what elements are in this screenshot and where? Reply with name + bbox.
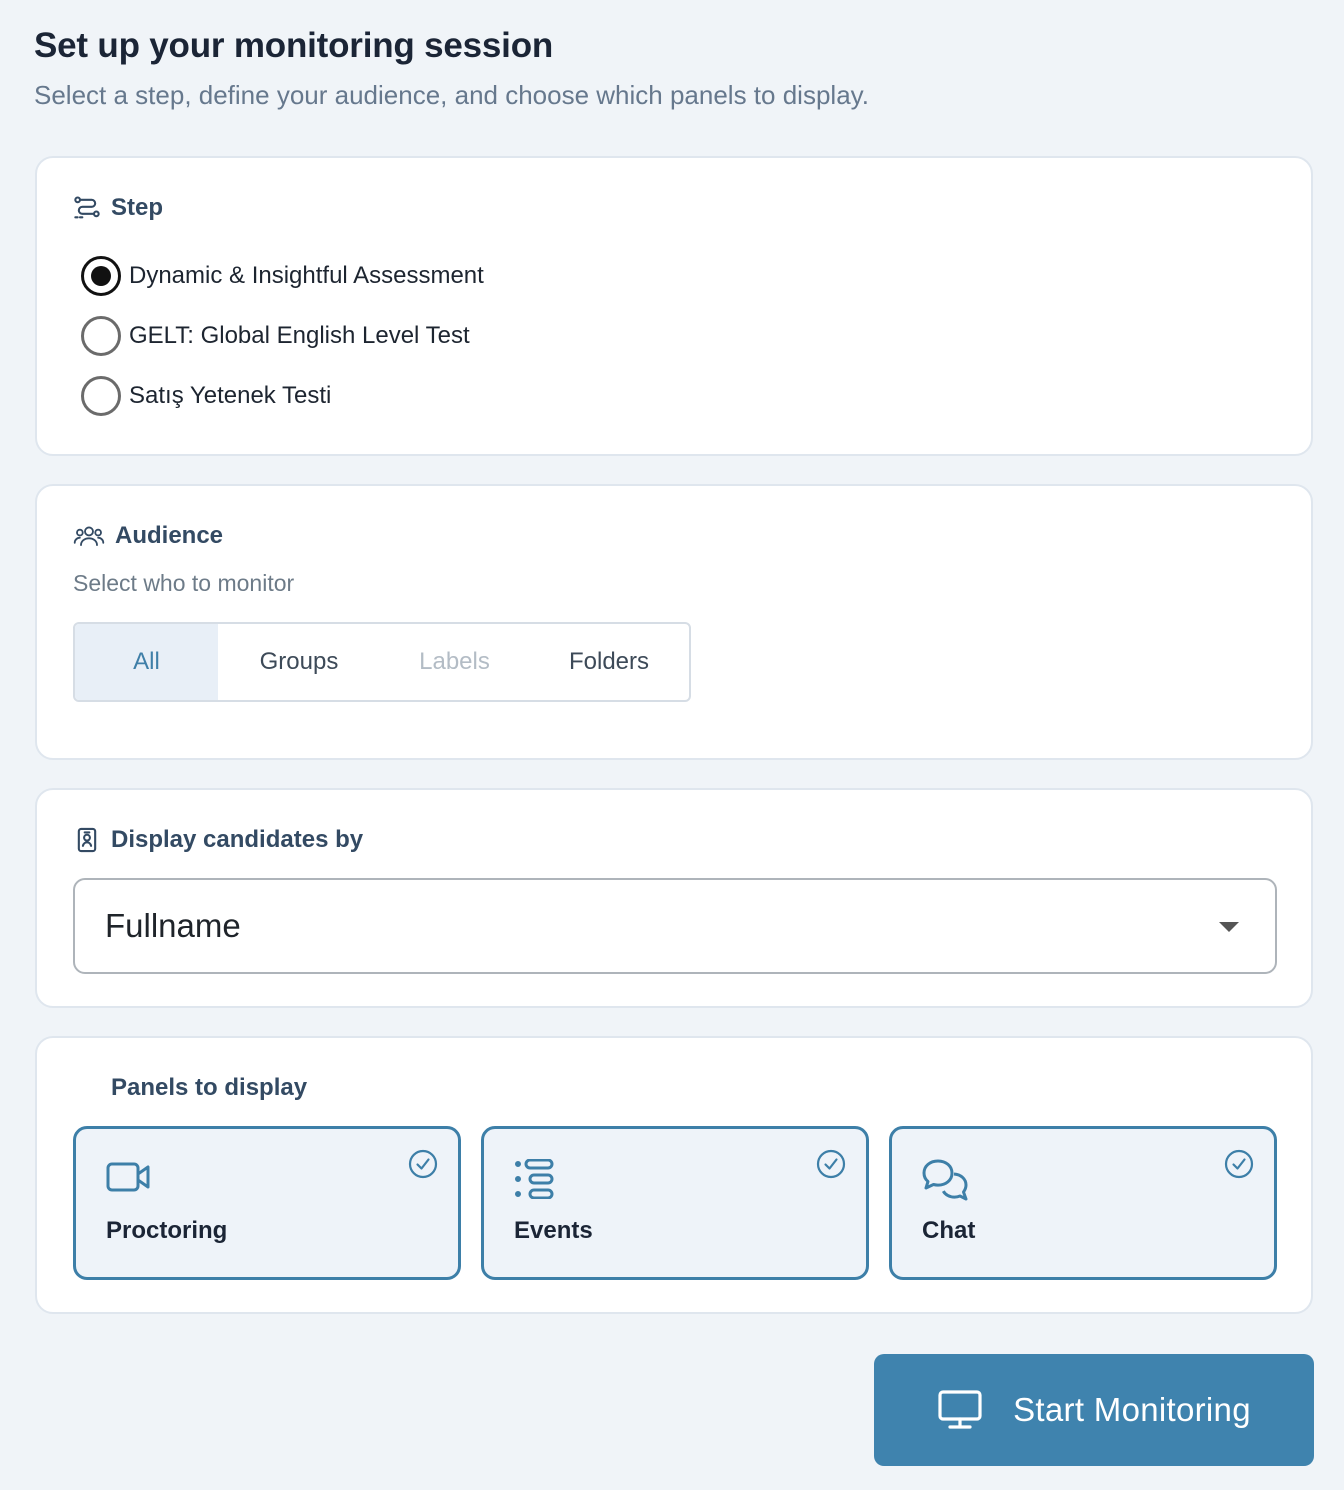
radio-button-checked[interactable] (81, 256, 121, 296)
step-option-gelt[interactable]: GELT: Global English Level Test (81, 316, 470, 356)
radio-button[interactable] (81, 376, 121, 416)
segment-all[interactable]: All (75, 624, 218, 700)
panel-label: Proctoring (106, 1217, 228, 1244)
id-badge-icon (73, 826, 101, 854)
chat-bubbles-icon (922, 1159, 970, 1208)
page-subtitle: Select a step, define your audience, and… (34, 80, 869, 110)
step-option-dynamic[interactable]: Dynamic & Insightful Assessment (81, 256, 484, 296)
step-option-satis[interactable]: Satış Yetenek Testi (81, 376, 331, 416)
start-monitoring-button[interactable]: Start Monitoring (874, 1354, 1314, 1466)
step-option-label: GELT: Global English Level Test (129, 322, 470, 349)
audience-segmented-control: All Groups Labels Folders (73, 622, 691, 702)
radio-button[interactable] (81, 316, 121, 356)
page-title: Set up your monitoring session (34, 26, 554, 65)
step-card: Step Dynamic & Insightful Assessment GEL… (35, 156, 1313, 456)
chevron-down-icon (1219, 922, 1239, 932)
display-by-select[interactable]: Fullname (73, 878, 1277, 974)
step-option-label: Dynamic & Insightful Assessment (129, 262, 484, 289)
check-circle-icon (816, 1149, 846, 1184)
step-header: Step (73, 194, 163, 222)
step-option-label: Satış Yetenek Testi (129, 382, 332, 409)
panels-header: Panels to display (111, 1074, 307, 1102)
start-monitoring-label: Start Monitoring (1013, 1391, 1251, 1428)
segment-groups[interactable]: Groups (218, 624, 380, 700)
panel-events[interactable]: Events (481, 1126, 869, 1280)
video-camera-icon (106, 1159, 152, 1200)
users-icon (73, 522, 105, 550)
audience-description: Select who to monitor (73, 570, 295, 596)
audience-heading: Audience (115, 522, 224, 549)
panels-heading: Panels to display (111, 1074, 308, 1101)
check-circle-icon (408, 1149, 438, 1184)
panels-card: Panels to display Proctoring Events Chat (35, 1036, 1313, 1314)
check-circle-icon (1224, 1149, 1254, 1184)
select-value: Fullname (105, 907, 241, 944)
panel-label: Chat (922, 1217, 976, 1244)
segment-folders[interactable]: Folders (529, 624, 689, 700)
list-icon (514, 1158, 556, 1204)
display-heading: Display candidates by (111, 826, 364, 853)
step-heading: Step (111, 194, 164, 221)
route-icon (73, 194, 101, 222)
display-header: Display candidates by (73, 826, 363, 854)
monitor-icon (937, 1389, 983, 1431)
segment-labels: Labels (419, 648, 490, 675)
audience-header: Audience (73, 522, 223, 550)
panel-label: Events (514, 1217, 593, 1244)
panel-chat[interactable]: Chat (889, 1126, 1277, 1280)
display-card: Display candidates by Fullname (35, 788, 1313, 1008)
panel-proctoring[interactable]: Proctoring (73, 1126, 461, 1280)
audience-card: Audience Select who to monitor All Group… (35, 484, 1313, 760)
